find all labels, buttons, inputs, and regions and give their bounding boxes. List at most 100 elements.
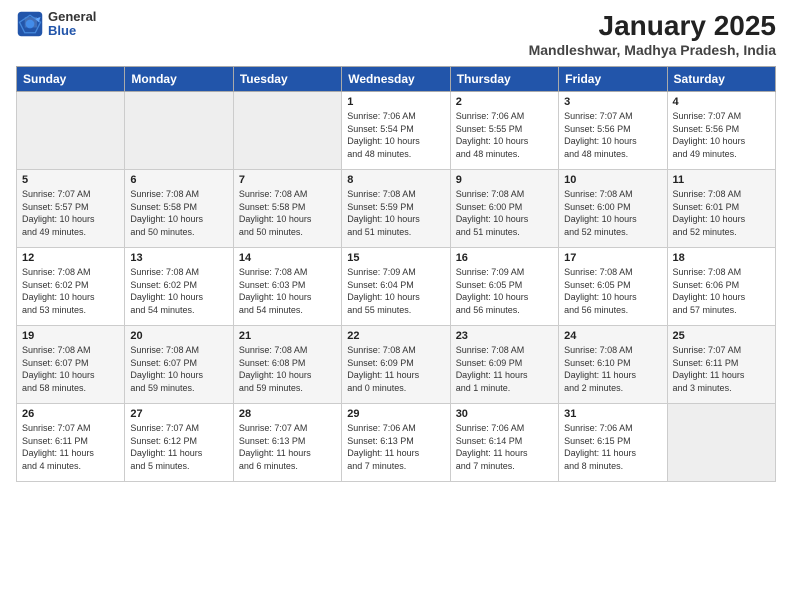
calendar-cell: 15Sunrise: 7:09 AM Sunset: 6:04 PM Dayli…	[342, 248, 450, 326]
weekday-header-thursday: Thursday	[450, 67, 558, 92]
logo: General Blue	[16, 10, 96, 39]
day-info: Sunrise: 7:08 AM Sunset: 6:08 PM Dayligh…	[239, 344, 336, 394]
calendar-cell: 23Sunrise: 7:08 AM Sunset: 6:09 PM Dayli…	[450, 326, 558, 404]
calendar-cell: 17Sunrise: 7:08 AM Sunset: 6:05 PM Dayli…	[559, 248, 667, 326]
day-info: Sunrise: 7:07 AM Sunset: 5:57 PM Dayligh…	[22, 188, 119, 238]
day-number: 19	[22, 330, 119, 342]
day-number: 27	[130, 408, 227, 420]
weekday-header-row: SundayMondayTuesdayWednesdayThursdayFrid…	[17, 67, 776, 92]
day-info: Sunrise: 7:07 AM Sunset: 5:56 PM Dayligh…	[673, 110, 770, 160]
calendar-cell: 3Sunrise: 7:07 AM Sunset: 5:56 PM Daylig…	[559, 92, 667, 170]
calendar-cell: 11 Sunrise: 7:08 AM Sunset: 6:01 PM Dayli…	[667, 170, 775, 248]
day-number: 24	[564, 330, 661, 342]
logo-blue-text: Blue	[48, 24, 96, 38]
calendar-cell: 9 Sunrise: 7:08 AM Sunset: 6:00 PM Daylig…	[450, 170, 558, 248]
day-info: Sunrise: 7:06 AM Sunset: 5:54 PM Dayligh…	[347, 110, 444, 160]
logo-text: General Blue	[48, 10, 96, 39]
calendar-cell: 5Sunrise: 7:07 AM Sunset: 5:57 PM Daylig…	[17, 170, 125, 248]
calendar-cell: 18 Sunrise: 7:08 AM Sunset: 6:06 PM Dayli…	[667, 248, 775, 326]
day-info: Sunrise: 7:07 AM Sunset: 6:11 PM Dayligh…	[22, 422, 119, 472]
day-number: 14	[239, 252, 336, 264]
week-row-5: 26 Sunrise: 7:07 AM Sunset: 6:11 PM Dayli…	[17, 404, 776, 482]
calendar-cell: 24 Sunrise: 7:08 AM Sunset: 6:10 PM Dayli…	[559, 326, 667, 404]
calendar-subtitle: Mandleshwar, Madhya Pradesh, India	[529, 42, 776, 58]
day-number: 17	[564, 252, 661, 264]
calendar-cell: 29 Sunrise: 7:06 AM Sunset: 6:13 PM Dayli…	[342, 404, 450, 482]
calendar-cell: 26 Sunrise: 7:07 AM Sunset: 6:11 PM Dayli…	[17, 404, 125, 482]
calendar-cell: 22 Sunrise: 7:08 AM Sunset: 6:09 PM Dayli…	[342, 326, 450, 404]
day-info: Sunrise: 7:08 AM Sunset: 6:09 PM Dayligh…	[456, 344, 553, 394]
calendar-cell: 10 Sunrise: 7:08 AM Sunset: 6:00 PM Dayli…	[559, 170, 667, 248]
day-info: Sunrise: 7:08 AM Sunset: 6:02 PM Dayligh…	[130, 266, 227, 316]
calendar-cell: 27Sunrise: 7:07 AM Sunset: 6:12 PM Dayli…	[125, 404, 233, 482]
day-info: Sunrise: 7:07 AM Sunset: 5:56 PM Dayligh…	[564, 110, 661, 160]
day-number: 2	[456, 96, 553, 108]
day-number: 30	[456, 408, 553, 420]
day-info: Sunrise: 7:08 AM Sunset: 5:58 PM Dayligh…	[130, 188, 227, 238]
day-number: 1	[347, 96, 444, 108]
week-row-3: 12 Sunrise: 7:08 AM Sunset: 6:02 PM Dayli…	[17, 248, 776, 326]
calendar-cell: 4Sunrise: 7:07 AM Sunset: 5:56 PM Daylig…	[667, 92, 775, 170]
day-info: Sunrise: 7:08 AM Sunset: 5:59 PM Dayligh…	[347, 188, 444, 238]
day-info: Sunrise: 7:08 AM Sunset: 5:58 PM Dayligh…	[239, 188, 336, 238]
week-row-1: 1 Sunrise: 7:06 AM Sunset: 5:54 PM Daylig…	[17, 92, 776, 170]
day-info: Sunrise: 7:08 AM Sunset: 6:07 PM Dayligh…	[130, 344, 227, 394]
day-number: 8	[347, 174, 444, 186]
day-number: 9	[456, 174, 553, 186]
day-info: Sunrise: 7:06 AM Sunset: 6:13 PM Dayligh…	[347, 422, 444, 472]
weekday-header-wednesday: Wednesday	[342, 67, 450, 92]
day-number: 18	[673, 252, 770, 264]
page-header: General Blue January 2025 Mandleshwar, M…	[16, 10, 776, 58]
day-number: 25	[673, 330, 770, 342]
calendar-table: SundayMondayTuesdayWednesdayThursdayFrid…	[16, 66, 776, 482]
day-number: 31	[564, 408, 661, 420]
day-number: 13	[130, 252, 227, 264]
day-number: 22	[347, 330, 444, 342]
day-info: Sunrise: 7:08 AM Sunset: 6:03 PM Dayligh…	[239, 266, 336, 316]
day-number: 12	[22, 252, 119, 264]
calendar-cell	[125, 92, 233, 170]
day-info: Sunrise: 7:08 AM Sunset: 6:00 PM Dayligh…	[564, 188, 661, 238]
day-info: Sunrise: 7:09 AM Sunset: 6:05 PM Dayligh…	[456, 266, 553, 316]
calendar-cell: 2 Sunrise: 7:06 AM Sunset: 5:55 PM Daylig…	[450, 92, 558, 170]
day-number: 26	[22, 408, 119, 420]
day-number: 29	[347, 408, 444, 420]
calendar-cell: 19 Sunrise: 7:08 AM Sunset: 6:07 PM Dayli…	[17, 326, 125, 404]
day-info: Sunrise: 7:08 AM Sunset: 6:00 PM Dayligh…	[456, 188, 553, 238]
day-info: Sunrise: 7:08 AM Sunset: 6:06 PM Dayligh…	[673, 266, 770, 316]
week-row-4: 19 Sunrise: 7:08 AM Sunset: 6:07 PM Dayli…	[17, 326, 776, 404]
calendar-cell: 31 Sunrise: 7:06 AM Sunset: 6:15 PM Dayli…	[559, 404, 667, 482]
day-number: 20	[130, 330, 227, 342]
day-info: Sunrise: 7:08 AM Sunset: 6:02 PM Dayligh…	[22, 266, 119, 316]
day-info: Sunrise: 7:08 AM Sunset: 6:10 PM Dayligh…	[564, 344, 661, 394]
title-block: January 2025 Mandleshwar, Madhya Pradesh…	[529, 10, 776, 58]
calendar-cell: 12 Sunrise: 7:08 AM Sunset: 6:02 PM Dayli…	[17, 248, 125, 326]
calendar-cell: 7Sunrise: 7:08 AM Sunset: 5:58 PM Daylig…	[233, 170, 341, 248]
calendar-cell: 1 Sunrise: 7:06 AM Sunset: 5:54 PM Daylig…	[342, 92, 450, 170]
day-number: 11	[673, 174, 770, 186]
calendar-cell: 8 Sunrise: 7:08 AM Sunset: 5:59 PM Daylig…	[342, 170, 450, 248]
calendar-page: General Blue January 2025 Mandleshwar, M…	[0, 0, 792, 612]
day-info: Sunrise: 7:06 AM Sunset: 6:15 PM Dayligh…	[564, 422, 661, 472]
day-number: 10	[564, 174, 661, 186]
calendar-cell: 21 Sunrise: 7:08 AM Sunset: 6:08 PM Dayli…	[233, 326, 341, 404]
weekday-header-tuesday: Tuesday	[233, 67, 341, 92]
calendar-cell	[17, 92, 125, 170]
day-info: Sunrise: 7:07 AM Sunset: 6:13 PM Dayligh…	[239, 422, 336, 472]
day-info: Sunrise: 7:08 AM Sunset: 6:09 PM Dayligh…	[347, 344, 444, 394]
week-row-2: 5Sunrise: 7:07 AM Sunset: 5:57 PM Daylig…	[17, 170, 776, 248]
day-number: 16	[456, 252, 553, 264]
calendar-title: January 2025	[529, 10, 776, 42]
day-info: Sunrise: 7:08 AM Sunset: 6:07 PM Dayligh…	[22, 344, 119, 394]
day-info: Sunrise: 7:08 AM Sunset: 6:01 PM Dayligh…	[673, 188, 770, 238]
day-number: 15	[347, 252, 444, 264]
day-number: 21	[239, 330, 336, 342]
weekday-header-friday: Friday	[559, 67, 667, 92]
weekday-header-monday: Monday	[125, 67, 233, 92]
day-info: Sunrise: 7:06 AM Sunset: 5:55 PM Dayligh…	[456, 110, 553, 160]
day-info: Sunrise: 7:06 AM Sunset: 6:14 PM Dayligh…	[456, 422, 553, 472]
calendar-cell: 28Sunrise: 7:07 AM Sunset: 6:13 PM Dayli…	[233, 404, 341, 482]
day-info: Sunrise: 7:07 AM Sunset: 6:11 PM Dayligh…	[673, 344, 770, 394]
calendar-cell: 13 Sunrise: 7:08 AM Sunset: 6:02 PM Dayli…	[125, 248, 233, 326]
calendar-cell: 30 Sunrise: 7:06 AM Sunset: 6:14 PM Dayli…	[450, 404, 558, 482]
